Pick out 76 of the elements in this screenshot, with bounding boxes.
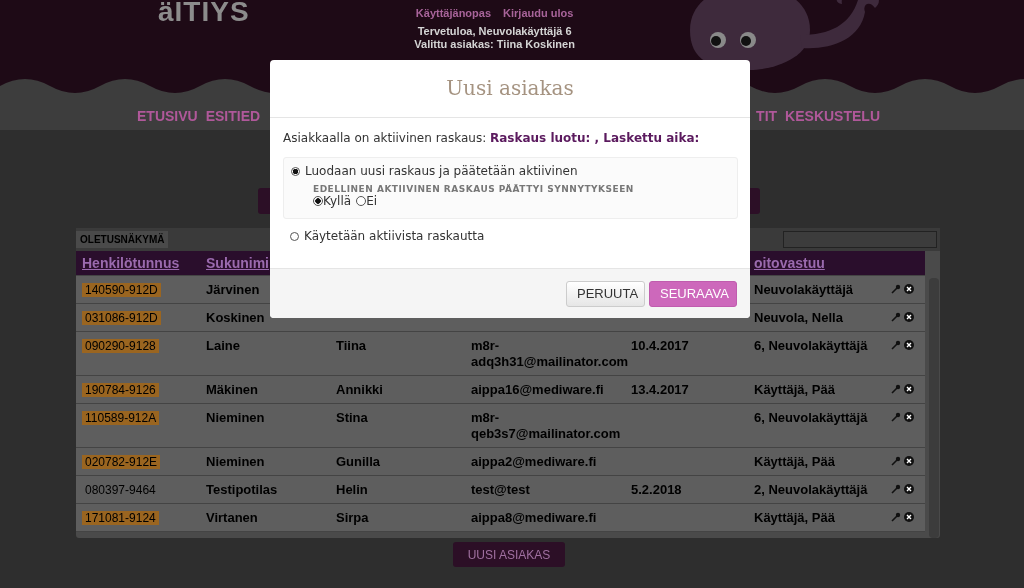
nav-link[interactable]: KESKUSTELU: [785, 108, 880, 124]
table-cell: Käyttäjä, Pää: [754, 454, 835, 469]
selected-client-text: Valittu asiakas: Tiina Koskinen: [414, 38, 575, 51]
column-header[interactable]: Henkilötunnus: [82, 255, 180, 271]
radio-button[interactable]: [291, 166, 300, 176]
table-cell: Gunilla: [336, 454, 381, 469]
table-cell: Neuvola, Nella: [754, 310, 843, 325]
view-label: OLETUSNÄKYMÄ: [76, 231, 169, 248]
option-label[interactable]: Luodaan uusi raskaus ja päätetään aktiivinen: [305, 164, 578, 178]
table-cell: m8r-adq3h31@mailinator.com: [471, 338, 629, 369]
table-cell: Nieminen: [206, 454, 265, 469]
table-cell: 10.4.2017: [631, 338, 689, 353]
table-cell: 6, Neuvolakäyttäjä: [754, 410, 868, 425]
table-cell: Järvinen: [206, 282, 260, 297]
header-link[interactable]: Käyttäjänopas: [415, 7, 492, 19]
dialog-message: Asiakkaalla on aktiivinen raskaus: Raskaus luotu: , Laskettu aika:: [283, 131, 701, 145]
table-cell: 13.4.2017: [631, 382, 689, 397]
table-cell: test@test: [471, 482, 530, 497]
table-cell: 020782-912E: [82, 455, 161, 469]
table-cell: 2, Neuvolakäyttäjä: [754, 482, 868, 497]
table-cell: 190784-9126: [82, 383, 159, 397]
column-header[interactable]: oitovastuu: [754, 255, 825, 271]
table-cell: Mäkinen: [206, 382, 258, 397]
delete-icon[interactable]: [904, 284, 914, 294]
table-cell: 110589-912A: [82, 411, 160, 425]
table-cell: Testipotilas: [206, 482, 278, 497]
radio-button[interactable]: [356, 196, 367, 206]
table-cell: Helin: [336, 482, 368, 497]
table-cell: Neuvolakäyttäjä: [754, 282, 853, 297]
radio-button[interactable]: [313, 196, 323, 206]
table-cell: Nieminen: [206, 410, 265, 425]
delete-icon[interactable]: [904, 456, 914, 466]
new-client-button[interactable]: UUSI ASIAKAS: [453, 542, 565, 567]
table-cell: Virtanen: [206, 510, 258, 525]
table-cell: 171081-9124: [82, 511, 159, 525]
delete-icon[interactable]: [904, 384, 914, 394]
next-button[interactable]: SEURAAVA: [649, 280, 737, 307]
answer-label[interactable]: Ei: [366, 194, 378, 208]
cancel-button[interactable]: PERUUTA: [566, 280, 645, 307]
question-label: EDELLINEN AKTIIVINEN RASKAUS PÄÄTTYI SYNNYTYKSEEN: [313, 184, 635, 194]
nav-link[interactable]: ESITIED: [205, 108, 261, 124]
column-header[interactable]: Sukunimi: [206, 255, 269, 271]
table-cell-text: 080397-9464: [84, 483, 157, 497]
header-link[interactable]: Kirjaudu ulos: [503, 7, 574, 19]
table-cell: aippa2@mediware.fi: [471, 454, 597, 469]
table-cell: Käyttäjä, Pää: [754, 510, 835, 525]
delete-icon[interactable]: [904, 340, 914, 350]
dialog-title: Uusi asiakas: [270, 60, 750, 118]
option-label[interactable]: Käytetään aktiivista raskautta: [304, 229, 485, 243]
scrollbar[interactable]: [929, 278, 939, 538]
nav-link[interactable]: TIT: [756, 108, 778, 124]
radio-button[interactable]: [290, 231, 299, 241]
logo-text: äITIYS: [158, 0, 250, 26]
table-cell: Käyttäjä, Pää: [754, 382, 835, 397]
table-cell: aippa16@mediware.fi: [471, 382, 604, 397]
search-field[interactable]: [783, 231, 937, 248]
table-cell: Stina: [336, 410, 368, 425]
delete-icon[interactable]: [904, 512, 914, 522]
table-cell: Koskinen: [206, 310, 265, 325]
nav-link[interactable]: ETUSIVU: [137, 108, 198, 124]
table-cell: 031086-912D: [82, 311, 161, 325]
answer-label[interactable]: Kyllä: [323, 194, 352, 208]
table-cell: 6, Neuvolakäyttäjä: [754, 338, 868, 353]
table-cell: m8r-qeb3s7@mailinator.com: [471, 410, 621, 441]
delete-icon[interactable]: [904, 484, 914, 494]
table-cell: Laine: [206, 338, 240, 353]
table-cell: 140590-912D: [82, 283, 161, 297]
table-cell: Annikki: [336, 382, 383, 397]
delete-icon[interactable]: [904, 412, 914, 422]
table-cell: Sirpa: [336, 510, 369, 525]
table-cell: 5.2.2018: [631, 482, 682, 497]
delete-icon[interactable]: [904, 312, 914, 322]
welcome-text: Tervetuloa, Neuvolakäyttäjä 6: [417, 25, 572, 38]
table-cell: aippa8@mediware.fi: [471, 510, 597, 525]
table-cell: Tiina: [336, 338, 367, 353]
table-cell: 090290-9128: [82, 339, 159, 353]
